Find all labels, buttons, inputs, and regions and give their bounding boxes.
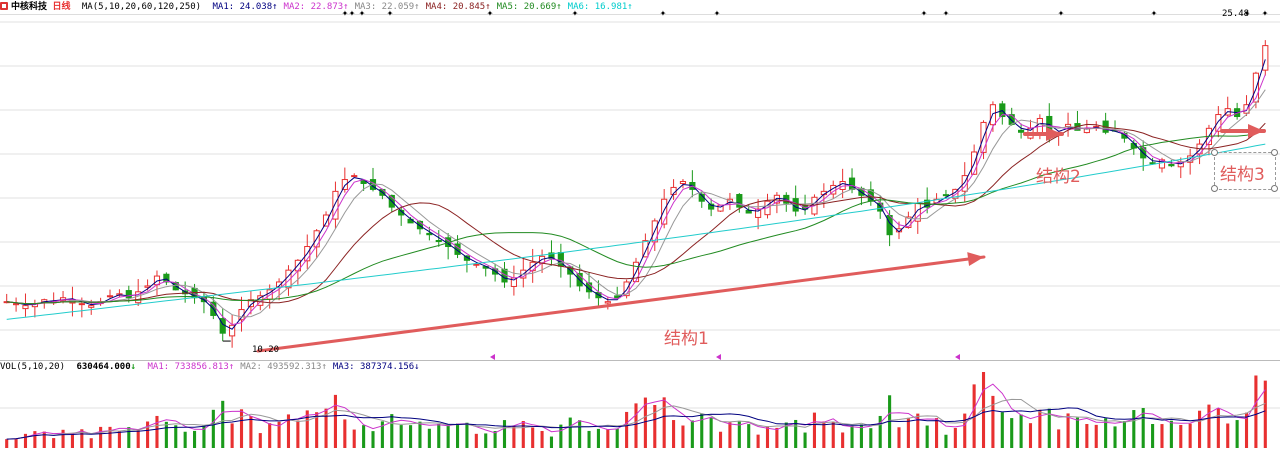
candle-body (351, 175, 358, 178)
resize-handle[interactable] (1271, 149, 1278, 156)
candle-body (1168, 163, 1175, 167)
ma-value-1: MA1: 24.038↑ (212, 2, 278, 12)
candle-body (1064, 123, 1072, 127)
high-price-label: 25.48 (1222, 9, 1250, 19)
ma-value-6: MA6: 16.981↑ (567, 2, 633, 12)
vol-ma-value-2: MA2: 493592.313↑ (240, 362, 327, 372)
candle-body (792, 198, 799, 212)
resize-handle[interactable] (1211, 149, 1218, 156)
vol-definition: VOL(5,10,20) (0, 362, 66, 372)
volume-header: VOL(5,10,20) 630464.000↓ MA1: 733856.813… (0, 360, 900, 374)
candle-body (78, 303, 85, 306)
candle-body (22, 305, 29, 310)
candle-body (88, 305, 95, 308)
ma-values: MA1: 24.038↑ MA2: 22.873↑ MA3: 22.059↑ MA4:… (213, 2, 639, 12)
kline-chart[interactable]: ✦ ✦ ✦ ✦ ✦ ✦ ✦ ✦ ✦ ✦ ✦ ✦ ✦ ✦ (0, 0, 1280, 452)
structure1-arrow-shaft (256, 255, 986, 353)
candle-body (125, 290, 132, 299)
price-header: 中核科技 日线 MA(5,10,20,60,120,250) MA1: 24.0… (0, 0, 1280, 14)
structure2-arrow-head (1046, 127, 1062, 141)
candle-body (942, 194, 950, 197)
candle-body (473, 263, 480, 266)
candle-body (604, 301, 611, 304)
vol-ma-value-3: MA3: 387374.156↓ (332, 362, 420, 372)
candle-body (426, 232, 433, 236)
candle-body (435, 240, 442, 243)
ma-line-2 (6, 74, 1266, 326)
candle-body (1018, 129, 1025, 133)
low-price-label: 10.20 (252, 345, 280, 355)
structure1-label: 结构1 (664, 329, 709, 349)
structure1-arrow-head (967, 252, 984, 266)
ma-value-5: MA5: 20.669↑ (496, 2, 562, 12)
candle-body (106, 295, 114, 298)
candle-body (322, 214, 330, 227)
resize-handle[interactable] (1271, 185, 1278, 192)
vol-value: 630464.000↓ (76, 362, 137, 372)
vol-ma-value-1: MA1: 733856.813↑ (147, 362, 235, 372)
structure2-label: 结构2 (1036, 167, 1081, 187)
candle-body (13, 303, 20, 306)
ma-value-3: MA3: 22.059↑ (354, 2, 420, 12)
structure3-label: 结构3 (1220, 165, 1265, 185)
resize-handle[interactable] (1211, 185, 1218, 192)
period-marker-icon (955, 354, 960, 360)
ma-value-4: MA4: 20.845↑ (425, 2, 491, 12)
stock-title: 中核科技 日线 (0, 2, 70, 12)
structure3-arrow-head (1248, 124, 1264, 138)
ma-value-2: MA2: 22.873↑ (283, 2, 349, 12)
candle-body (848, 177, 856, 190)
candle-body (679, 181, 687, 185)
ma-definition: MA(5,10,20,60,120,250) (81, 2, 202, 12)
vol-ma-values: MA1: 733856.813↑ MA2: 493592.313↑ MA3: 387… (147, 362, 425, 372)
flag-icon (0, 2, 8, 10)
